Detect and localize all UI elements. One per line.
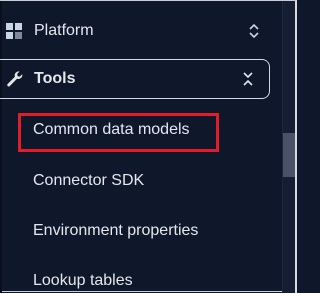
sidebar-item-platform[interactable]: Platform (0, 9, 275, 53)
grid-icon (4, 20, 26, 42)
sidebar-subitem-connector-sdk[interactable]: Connector SDK (33, 172, 144, 190)
wrench-icon (4, 68, 26, 90)
sidebar-subitem-environment-properties[interactable]: Environment properties (33, 222, 198, 240)
sidebar-subitem-common-data-models[interactable]: Common data models (33, 121, 190, 139)
sidebar-item-platform-label: Platform (34, 22, 94, 39)
sidebar-item-tools-label: Tools (34, 70, 76, 87)
sidebar-item-tools[interactable]: Tools (0, 59, 270, 99)
sidebar: Platform Tools Common data models Connec… (0, 1, 280, 293)
expand-collapse-icon[interactable] (243, 20, 265, 42)
sidebar-subitem-lookup-tables[interactable]: Lookup tables (33, 272, 133, 290)
right-edge (295, 1, 297, 293)
collapse-icon[interactable] (237, 68, 259, 90)
navigation-sidebar-frame: Platform Tools Common data models Connec… (0, 0, 297, 293)
